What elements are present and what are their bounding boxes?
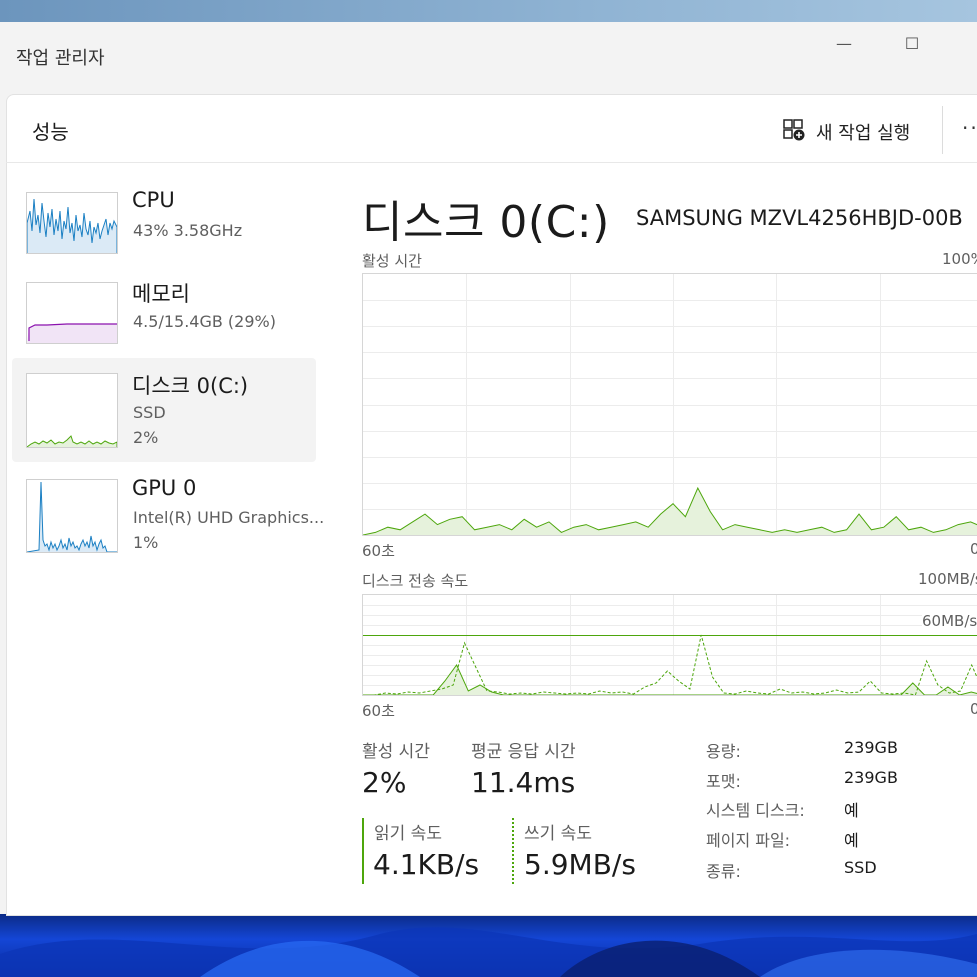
activity-graph-time-start: 60초 xyxy=(362,542,395,560)
avg-response-value: 11.4ms xyxy=(471,766,576,799)
property-system-disk-label: 시스템 디스크: xyxy=(706,801,805,820)
maximize-button[interactable]: ☐ xyxy=(892,30,932,58)
write-speed-value: 5.9MB/s xyxy=(524,848,636,881)
cpu-thumbnail-graph xyxy=(26,192,118,254)
transfer-rate-graph xyxy=(362,594,977,696)
sidebar-item-disk-usage: 2% xyxy=(133,428,159,447)
activity-series-area xyxy=(363,488,977,535)
sidebar-item-cpu-name: CPU xyxy=(132,188,175,212)
sidebar-item-gpu-usage: 1% xyxy=(133,533,159,552)
property-type-label: 종류: xyxy=(706,862,741,881)
active-time-label: 활성 시간 xyxy=(362,742,430,762)
transfer-graph-time-start: 60초 xyxy=(362,702,395,720)
run-task-label: 새 작업 실행 xyxy=(816,123,911,144)
transfer-graph-label: 디스크 전송 속도 xyxy=(362,572,469,590)
sidebar-item-memory-detail: 4.5/15.4GB (29%) xyxy=(133,312,276,331)
activity-graph-time-end: 0 xyxy=(970,540,977,558)
more-options-button[interactable]: ·· xyxy=(962,116,977,140)
property-format-value: 239GB xyxy=(844,768,898,787)
avg-response-label: 평균 응답 시간 xyxy=(471,742,576,762)
sidebar-item-cpu-detail: 43% 3.58GHz xyxy=(133,221,243,240)
header-divider xyxy=(6,162,977,163)
desktop-wallpaper-top xyxy=(0,0,977,22)
sidebar-item-disk-name: 디스크 0(C:) xyxy=(132,374,249,398)
property-capacity-label: 용량: xyxy=(706,742,741,761)
write-speed-indicator xyxy=(512,818,514,884)
disk-thumbnail-graph xyxy=(26,373,118,448)
toolbar-divider xyxy=(942,106,943,154)
run-new-task-button[interactable]: 새 작업 실행 xyxy=(782,118,910,146)
transfer-graph-scale-mark: 60MB/s xyxy=(922,612,977,630)
property-system-disk-value: 예 xyxy=(844,801,859,820)
sidebar-item-gpu-model: Intel(R) UHD Graphics... xyxy=(133,508,325,527)
transfer-graph-max: 100MB/s xyxy=(918,570,977,588)
read-speed-value: 4.1KB/s xyxy=(373,848,480,881)
disk-model: SAMSUNG MZVL4256HBJD-00B xyxy=(636,206,963,230)
property-capacity-value: 239GB xyxy=(844,738,898,757)
desktop-wallpaper-bottom xyxy=(0,914,977,977)
property-format-label: 포맷: xyxy=(706,772,741,791)
sidebar-item-memory-name: 메모리 xyxy=(132,282,190,306)
activity-graph-max: 100% xyxy=(942,250,977,268)
property-type-value: SSD xyxy=(844,858,877,877)
transfer-graph-time-end: 0 xyxy=(970,700,977,718)
write-speed-label: 쓰기 속도 xyxy=(524,824,592,844)
read-series-area xyxy=(363,665,977,695)
run-task-icon xyxy=(782,118,806,147)
window-title: 작업 관리자 xyxy=(16,48,105,69)
property-page-file-value: 예 xyxy=(844,831,859,850)
sidebar-item-gpu-name: GPU 0 xyxy=(132,476,197,500)
gpu-thumbnail-graph xyxy=(26,479,118,553)
sidebar-item-disk-type: SSD xyxy=(133,403,166,422)
page-title: 성능 xyxy=(32,120,69,144)
active-time-value: 2% xyxy=(362,766,407,799)
read-speed-label: 읽기 속도 xyxy=(374,824,442,844)
activity-graph-label: 활성 시간 xyxy=(362,252,422,270)
minimize-button[interactable]: — xyxy=(824,30,864,58)
read-speed-indicator xyxy=(362,818,364,884)
disk-title: 디스크 0(C:) xyxy=(362,197,610,248)
memory-thumbnail-graph xyxy=(26,282,118,344)
activity-time-graph xyxy=(362,273,977,536)
property-page-file-label: 페이지 파일: xyxy=(706,831,791,850)
